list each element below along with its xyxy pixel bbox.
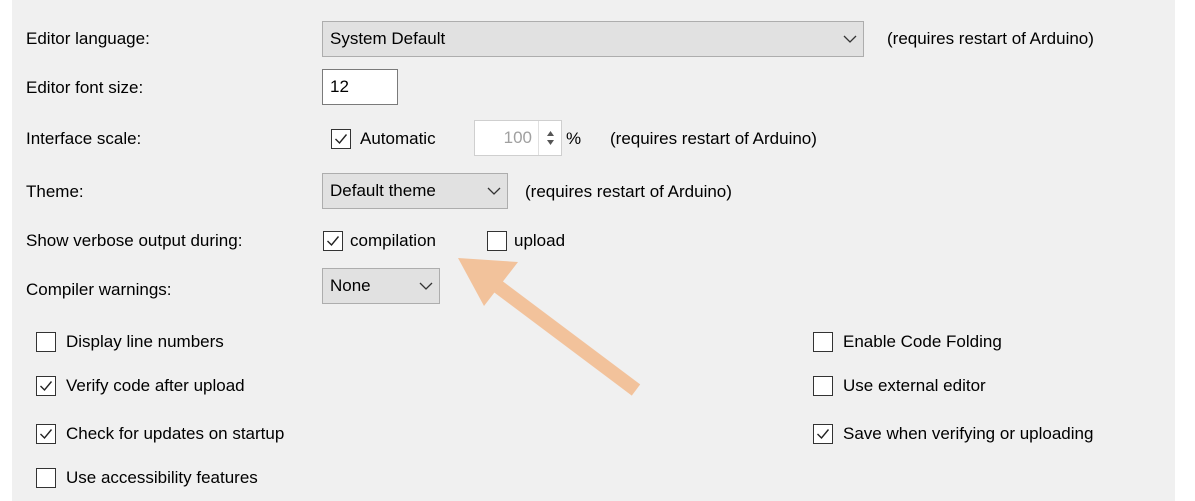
annotation-arrow-icon <box>458 258 641 396</box>
